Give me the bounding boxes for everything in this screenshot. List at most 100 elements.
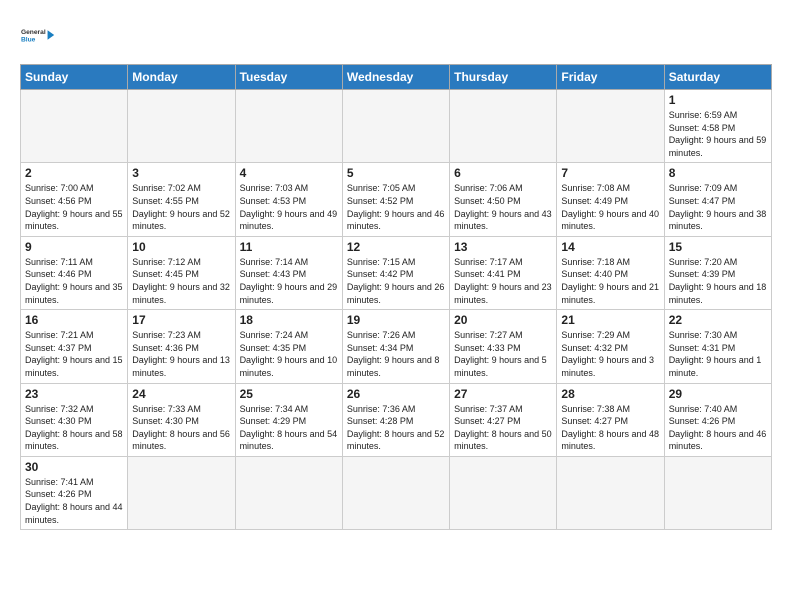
- day-number: 9: [25, 240, 123, 254]
- calendar-cell: [128, 456, 235, 529]
- day-number: 2: [25, 166, 123, 180]
- sun-info: Sunrise: 7:30 AMSunset: 4:31 PMDaylight:…: [669, 329, 767, 379]
- sun-info: Sunrise: 7:09 AMSunset: 4:47 PMDaylight:…: [669, 182, 767, 232]
- day-number: 5: [347, 166, 445, 180]
- day-number: 16: [25, 313, 123, 327]
- day-number: 11: [240, 240, 338, 254]
- sun-info: Sunrise: 7:05 AMSunset: 4:52 PMDaylight:…: [347, 182, 445, 232]
- day-number: 23: [25, 387, 123, 401]
- svg-text:General: General: [21, 29, 46, 36]
- weekday-header-sunday: Sunday: [21, 65, 128, 90]
- day-number: 22: [669, 313, 767, 327]
- calendar-cell: 17 Sunrise: 7:23 AMSunset: 4:36 PMDayligh…: [128, 310, 235, 383]
- sun-info: Sunrise: 7:21 AMSunset: 4:37 PMDaylight:…: [25, 329, 123, 379]
- calendar-cell: 22 Sunrise: 7:30 AMSunset: 4:31 PMDayligh…: [664, 310, 771, 383]
- weekday-header-friday: Friday: [557, 65, 664, 90]
- calendar-cell: [557, 456, 664, 529]
- logo: GeneralBlue: [20, 16, 58, 54]
- day-number: 15: [669, 240, 767, 254]
- day-number: 7: [561, 166, 659, 180]
- calendar-cell: [342, 456, 449, 529]
- calendar-cell: 21Sunrise: 7:29 AMSunset: 4:32 PMDayligh…: [557, 310, 664, 383]
- weekday-header-wednesday: Wednesday: [342, 65, 449, 90]
- logo-icon: GeneralBlue: [20, 16, 58, 54]
- sun-info: Sunrise: 7:02 AMSunset: 4:55 PMDaylight:…: [132, 182, 230, 232]
- day-number: 1: [669, 93, 767, 107]
- calendar-cell: [664, 456, 771, 529]
- calendar-cell: 20Sunrise: 7:27 AMSunset: 4:33 PMDayligh…: [450, 310, 557, 383]
- sun-info: Sunrise: 7:37 AMSunset: 4:27 PMDaylight:…: [454, 403, 552, 453]
- weekday-header-saturday: Saturday: [664, 65, 771, 90]
- day-number: 27: [454, 387, 552, 401]
- sun-info: Sunrise: 7:23 AMSunset: 4:36 PMDaylight:…: [132, 329, 230, 379]
- sun-info: Sunrise: 7:41 AMSunset: 4:26 PMDaylight:…: [25, 476, 123, 526]
- weekday-header-monday: Monday: [128, 65, 235, 90]
- day-number: 18: [240, 313, 338, 327]
- calendar-week-1: 1 Sunrise: 6:59 AMSunset: 4:58 PMDaylight…: [21, 90, 772, 163]
- calendar-cell: 14 Sunrise: 7:18 AMSunset: 4:40 PMDayligh…: [557, 236, 664, 309]
- day-number: 14: [561, 240, 659, 254]
- sun-info: Sunrise: 7:34 AMSunset: 4:29 PMDaylight:…: [240, 403, 338, 453]
- calendar-cell: [21, 90, 128, 163]
- day-number: 28: [561, 387, 659, 401]
- day-number: 29: [669, 387, 767, 401]
- sun-info: Sunrise: 7:24 AMSunset: 4:35 PMDaylight:…: [240, 329, 338, 379]
- calendar-cell: [450, 456, 557, 529]
- calendar-cell: 24Sunrise: 7:33 AMSunset: 4:30 PMDayligh…: [128, 383, 235, 456]
- calendar-cell: 4Sunrise: 7:03 AMSunset: 4:53 PMDaylight…: [235, 163, 342, 236]
- calendar-cell: 30 Sunrise: 7:41 AMSunset: 4:26 PMDayligh…: [21, 456, 128, 529]
- sun-info: Sunrise: 7:18 AMSunset: 4:40 PMDaylight:…: [561, 256, 659, 306]
- day-number: 24: [132, 387, 230, 401]
- sun-info: Sunrise: 7:00 AMSunset: 4:56 PMDaylight:…: [25, 182, 123, 232]
- day-number: 21: [561, 313, 659, 327]
- calendar-cell: [557, 90, 664, 163]
- calendar-cell: 23 Sunrise: 7:32 AMSunset: 4:30 PMDayligh…: [21, 383, 128, 456]
- day-number: 26: [347, 387, 445, 401]
- calendar-cell: [342, 90, 449, 163]
- calendar-cell: 8 Sunrise: 7:09 AMSunset: 4:47 PMDaylight…: [664, 163, 771, 236]
- calendar-table: SundayMondayTuesdayWednesdayThursdayFrid…: [20, 64, 772, 530]
- day-number: 10: [132, 240, 230, 254]
- day-number: 6: [454, 166, 552, 180]
- sun-info: Sunrise: 7:15 AMSunset: 4:42 PMDaylight:…: [347, 256, 445, 306]
- calendar-cell: 25 Sunrise: 7:34 AMSunset: 4:29 PMDayligh…: [235, 383, 342, 456]
- calendar-cell: 1 Sunrise: 6:59 AMSunset: 4:58 PMDaylight…: [664, 90, 771, 163]
- day-number: 25: [240, 387, 338, 401]
- sun-info: Sunrise: 7:32 AMSunset: 4:30 PMDaylight:…: [25, 403, 123, 453]
- sun-info: Sunrise: 7:06 AMSunset: 4:50 PMDaylight:…: [454, 182, 552, 232]
- calendar-week-6: 30 Sunrise: 7:41 AMSunset: 4:26 PMDayligh…: [21, 456, 772, 529]
- sun-info: Sunrise: 7:08 AMSunset: 4:49 PMDaylight:…: [561, 182, 659, 232]
- calendar-cell: 2 Sunrise: 7:00 AMSunset: 4:56 PMDaylight…: [21, 163, 128, 236]
- day-number: 12: [347, 240, 445, 254]
- calendar-cell: 16 Sunrise: 7:21 AMSunset: 4:37 PMDayligh…: [21, 310, 128, 383]
- calendar-cell: 10Sunrise: 7:12 AMSunset: 4:45 PMDayligh…: [128, 236, 235, 309]
- calendar-cell: 13Sunrise: 7:17 AMSunset: 4:41 PMDayligh…: [450, 236, 557, 309]
- calendar-cell: 26 Sunrise: 7:36 AMSunset: 4:28 PMDayligh…: [342, 383, 449, 456]
- day-number: 30: [25, 460, 123, 474]
- day-number: 20: [454, 313, 552, 327]
- day-number: 3: [132, 166, 230, 180]
- sun-info: Sunrise: 6:59 AMSunset: 4:58 PMDaylight:…: [669, 109, 767, 159]
- day-number: 13: [454, 240, 552, 254]
- calendar-cell: [450, 90, 557, 163]
- calendar-cell: [235, 456, 342, 529]
- calendar-cell: 19Sunrise: 7:26 AMSunset: 4:34 PMDayligh…: [342, 310, 449, 383]
- header: GeneralBlue: [20, 16, 772, 54]
- calendar-cell: 15Sunrise: 7:20 AMSunset: 4:39 PMDayligh…: [664, 236, 771, 309]
- sun-info: Sunrise: 7:36 AMSunset: 4:28 PMDaylight:…: [347, 403, 445, 453]
- weekday-header-row: SundayMondayTuesdayWednesdayThursdayFrid…: [21, 65, 772, 90]
- calendar-cell: 28 Sunrise: 7:38 AMSunset: 4:27 PMDayligh…: [557, 383, 664, 456]
- day-number: 17: [132, 313, 230, 327]
- calendar-week-4: 16 Sunrise: 7:21 AMSunset: 4:37 PMDayligh…: [21, 310, 772, 383]
- sun-info: Sunrise: 7:38 AMSunset: 4:27 PMDaylight:…: [561, 403, 659, 453]
- day-number: 8: [669, 166, 767, 180]
- calendar-page: GeneralBlue SundayMondayTuesdayWednesday…: [0, 0, 792, 612]
- sun-info: Sunrise: 7:03 AMSunset: 4:53 PMDaylight:…: [240, 182, 338, 232]
- calendar-cell: 6 Sunrise: 7:06 AMSunset: 4:50 PMDaylight…: [450, 163, 557, 236]
- sun-info: Sunrise: 7:11 AMSunset: 4:46 PMDaylight:…: [25, 256, 123, 306]
- day-number: 19: [347, 313, 445, 327]
- calendar-cell: 3 Sunrise: 7:02 AMSunset: 4:55 PMDaylight…: [128, 163, 235, 236]
- calendar-week-5: 23 Sunrise: 7:32 AMSunset: 4:30 PMDayligh…: [21, 383, 772, 456]
- svg-text:Blue: Blue: [21, 37, 36, 44]
- sun-info: Sunrise: 7:40 AMSunset: 4:26 PMDaylight:…: [669, 403, 767, 453]
